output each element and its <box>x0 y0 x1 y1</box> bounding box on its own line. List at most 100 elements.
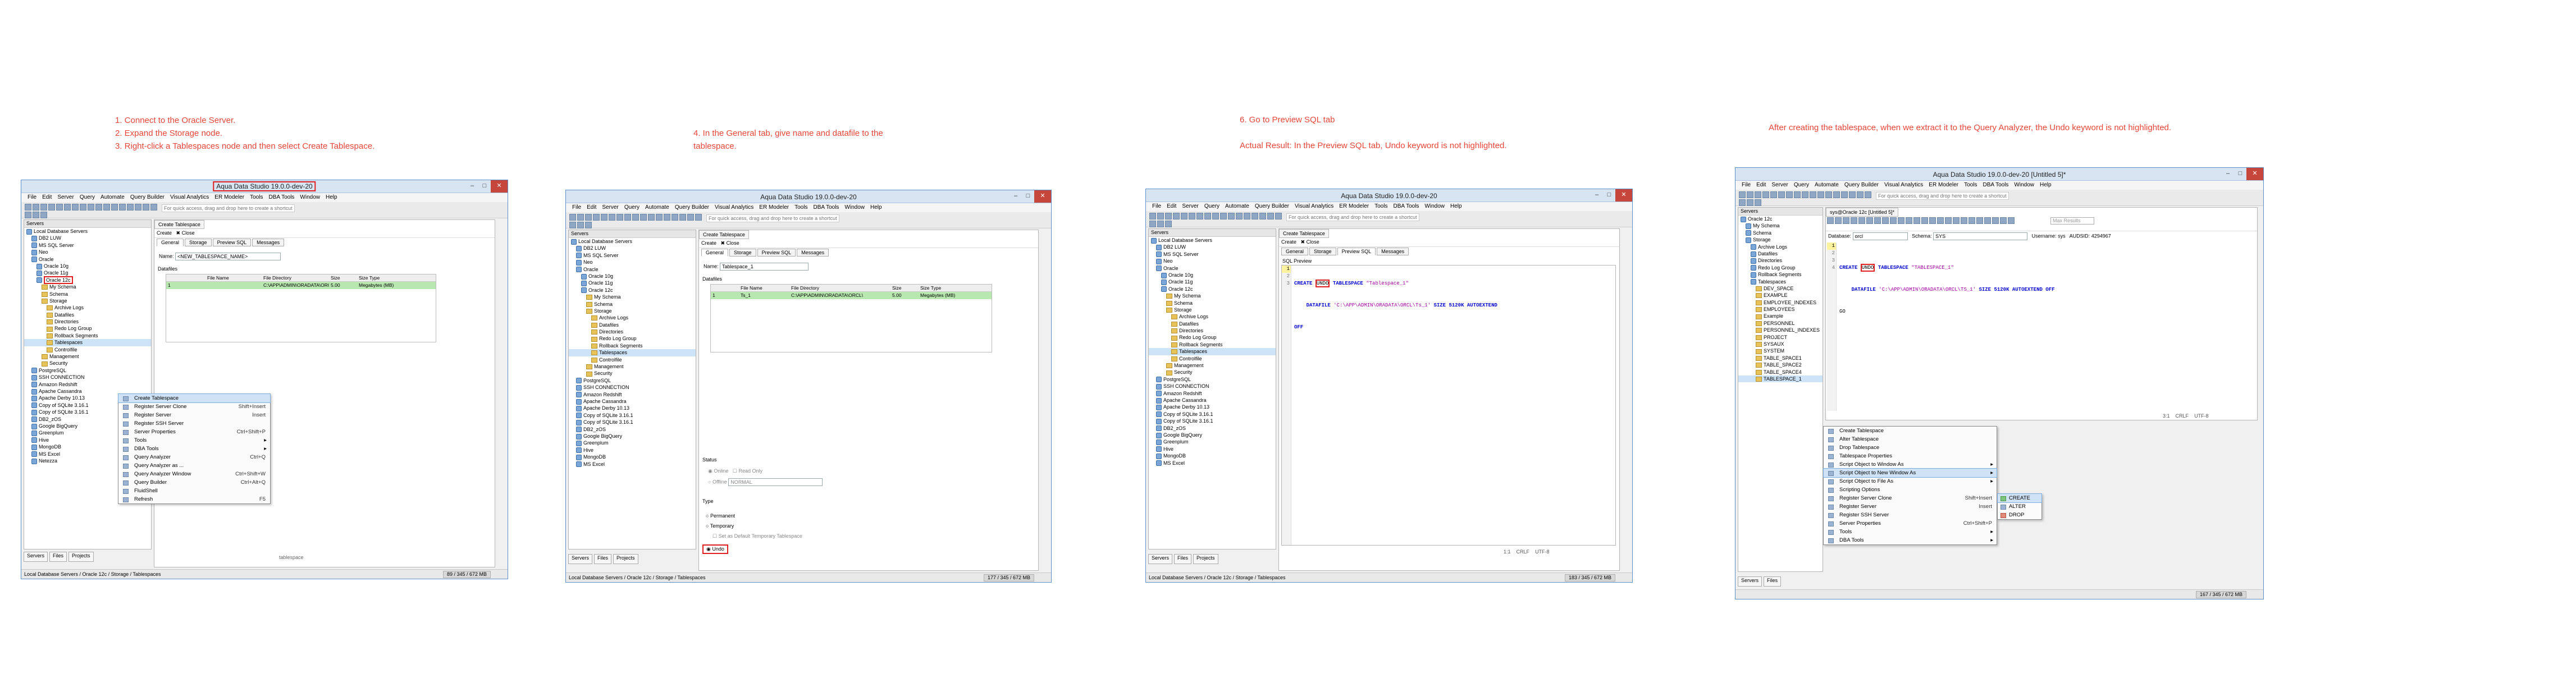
tree-node[interactable]: My Schema <box>1149 292 1276 299</box>
tree-node[interactable]: TABLE_SPACE1 <box>1738 355 1823 361</box>
tree-node[interactable]: Google BigQuery <box>569 433 696 439</box>
close-icon[interactable]: ✕ <box>2246 168 2263 180</box>
tree-node[interactable]: Oracle 10g <box>1149 272 1276 278</box>
menu-edit[interactable]: Edit <box>1164 202 1179 211</box>
tree-node[interactable]: Schema <box>1149 300 1276 306</box>
temporary-radio[interactable]: ○ Temporary <box>706 523 734 529</box>
menu-edit[interactable]: Edit <box>1753 181 1769 190</box>
tree-node[interactable]: Google BigQuery <box>1149 432 1276 438</box>
tree-node[interactable]: Management <box>569 363 696 370</box>
close-icon[interactable]: ✕ <box>1034 190 1051 203</box>
menu-item[interactable]: Register SSH Server <box>118 419 270 428</box>
tree-node[interactable]: Apache Cassandra <box>1149 397 1276 404</box>
close-button[interactable]: Close <box>727 240 739 246</box>
menu-item[interactable]: Script Object to New Window As ▸ <box>1823 468 1997 478</box>
tree-node[interactable]: PostgreSQL <box>1149 376 1276 383</box>
tree-node[interactable]: DB2 LUW <box>569 245 696 252</box>
maximize-icon[interactable]: □ <box>1603 189 1615 202</box>
tree-node[interactable]: PROJECT <box>1738 334 1823 341</box>
tab-files[interactable]: Files <box>49 552 67 562</box>
tree-node[interactable]: Storage <box>1738 236 1823 243</box>
tab-files[interactable]: Files <box>594 554 612 564</box>
tab-files[interactable]: Files <box>1764 576 1782 587</box>
tree-node[interactable]: TABLESPACE_1 <box>1738 375 1823 383</box>
menu-item[interactable]: Register SSH Server <box>1824 511 1997 519</box>
default-temp-checkbox[interactable]: ☐ Set as Default Temporary Tablespace <box>712 533 802 539</box>
menu-visual-analytics[interactable]: Visual Analytics <box>712 203 756 212</box>
menu-query[interactable]: Query <box>1202 202 1222 211</box>
tree-node[interactable]: Tablespaces <box>1738 278 1823 285</box>
table-row[interactable]: 1 C:\APP\ADMIN\ORADATA\ORCL\ 5.00 Megabytes… <box>166 282 436 289</box>
tree-node[interactable]: My Schema <box>569 294 696 300</box>
tree-node[interactable]: TABLE_SPACE4 <box>1738 369 1823 376</box>
menu-item[interactable]: Register Server Insert <box>1824 502 1997 511</box>
tree-node[interactable]: Controlfile <box>1149 355 1276 362</box>
maximize-icon[interactable]: □ <box>2234 168 2246 180</box>
tree-node[interactable]: Storage <box>24 297 151 304</box>
tree-node[interactable]: Management <box>24 353 151 360</box>
minimize-icon[interactable]: – <box>466 180 478 193</box>
tab-storage[interactable]: Storage <box>1309 248 1336 255</box>
tree-node[interactable]: Local Database Servers <box>1149 237 1276 244</box>
tab-servers[interactable]: Servers <box>1738 576 1762 587</box>
tree-node[interactable]: DB2 LUW <box>24 235 151 242</box>
menu-item[interactable]: Script Object to File As ▸ <box>1824 477 1997 486</box>
tab-projects[interactable]: Projects <box>1193 554 1218 564</box>
tree-node[interactable]: Tablespaces <box>569 349 696 356</box>
menu-dba-tools[interactable]: DBA Tools <box>266 193 297 202</box>
tree-node[interactable]: DB2_zOS <box>569 426 696 433</box>
menu-file[interactable]: File <box>1739 181 1753 190</box>
toolbar-icons[interactable] <box>1149 213 1284 227</box>
menu-item[interactable]: Create Tablespace <box>118 393 271 403</box>
sql-preview-editor[interactable]: 123 CREATE UNDO TABLESPACE "Tablespace_1… <box>1281 265 1616 546</box>
permanent-radio[interactable]: ○ Permanent <box>706 513 735 519</box>
tree-node[interactable]: SSH CONNECTION <box>24 374 151 381</box>
menu-item[interactable]: DBA Tools ▸ <box>118 445 270 453</box>
tree-node[interactable]: My Schema <box>1738 222 1823 230</box>
menu-automate[interactable]: Automate <box>642 203 672 212</box>
maximize-icon[interactable]: □ <box>1022 190 1034 203</box>
tree-node[interactable]: Copy of SQLite 3.16.1 <box>1149 418 1276 424</box>
tree-node[interactable]: MongoDB <box>1149 452 1276 459</box>
tree-node[interactable]: SYSTEM <box>1738 347 1823 354</box>
tree-node[interactable]: Oracle 11g <box>1149 278 1276 285</box>
menu-visual-analytics[interactable]: Visual Analytics <box>167 193 212 202</box>
toolbar-icons[interactable] <box>25 204 159 218</box>
menu-server[interactable]: Server <box>599 203 621 212</box>
menu-er-modeler[interactable]: ER Modeler <box>1336 202 1372 211</box>
tree-node[interactable]: Neo <box>1149 258 1276 264</box>
tree-node[interactable]: Archive Logs <box>24 304 151 311</box>
tree-node[interactable]: Oracle 12c <box>1738 216 1823 222</box>
tree-node[interactable]: SSH CONNECTION <box>1149 383 1276 390</box>
tree-node[interactable]: Datafiles <box>1149 320 1276 327</box>
menu-item[interactable]: Register Server Clone Shift+Insert <box>118 402 270 411</box>
tree-node[interactable]: Directories <box>1149 327 1276 334</box>
menu-item[interactable]: DBA Tools ▸ <box>1824 536 1997 544</box>
tree-node[interactable]: Example <box>1738 313 1823 319</box>
tree-node[interactable]: Amazon Redshift <box>1149 390 1276 397</box>
tree-node[interactable]: Storage <box>569 308 696 314</box>
tree-node[interactable]: MongoDB <box>569 454 696 460</box>
tab-storage[interactable]: Storage <box>729 249 756 257</box>
tab-servers[interactable]: Servers <box>24 552 48 562</box>
menu-automate[interactable]: Automate <box>98 193 127 202</box>
tree-node[interactable]: EXAMPLE <box>1738 292 1823 299</box>
tree-node[interactable]: Datafiles <box>569 322 696 328</box>
menu-file[interactable]: File <box>25 193 39 202</box>
tree-node[interactable]: Oracle 12c <box>24 276 151 284</box>
tree-node[interactable]: MS SQL Server <box>1149 251 1276 258</box>
tree-node[interactable]: Oracle <box>24 256 151 263</box>
tree-node[interactable]: SYSAUX <box>1738 341 1823 347</box>
tree-node[interactable]: Oracle 11g <box>569 280 696 286</box>
menu-item[interactable]: Tools ▸ <box>1824 528 1997 536</box>
name-input[interactable]: <NEW_TABLESPACE_NAME> <box>175 253 281 260</box>
tree-node[interactable]: EMPLOYEES <box>1738 306 1823 313</box>
tree-node[interactable]: Oracle 12c <box>569 287 696 294</box>
tab-projects[interactable]: Projects <box>68 552 94 562</box>
tree-node[interactable]: Rollback Segments <box>1738 271 1823 278</box>
menu-query[interactable]: Query <box>622 203 642 212</box>
menu-item[interactable]: Script Object to Window As ▸ <box>1824 460 1997 469</box>
menu-edit[interactable]: Edit <box>39 193 54 202</box>
tree-node[interactable]: MS SQL Server <box>24 242 151 249</box>
menu-item[interactable]: FluidShell <box>118 487 270 495</box>
